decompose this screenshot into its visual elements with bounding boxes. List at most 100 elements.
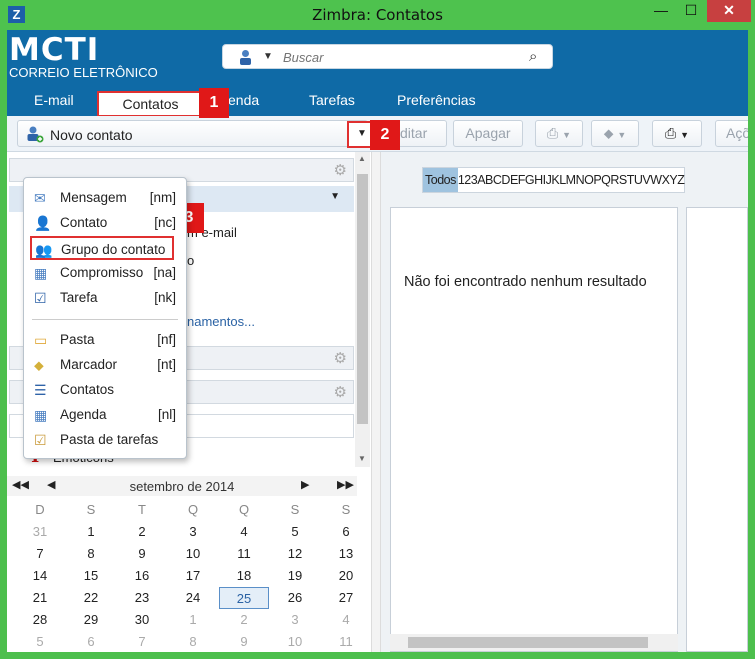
calendar-day[interactable]: 30: [117, 609, 167, 631]
maximize-button[interactable]: ☐: [676, 0, 706, 22]
scrollbar-thumb[interactable]: [357, 174, 368, 424]
calendar-day[interactable]: 10: [168, 543, 218, 565]
calendar-day[interactable]: 4: [321, 609, 371, 631]
delete-button[interactable]: Apagar: [453, 120, 523, 147]
calendar-day[interactable]: 1: [168, 609, 218, 631]
gear-icon[interactable]: ⚙: [334, 349, 347, 367]
calendar-day[interactable]: 15: [66, 565, 116, 587]
next-month-icon[interactable]: ▶: [301, 478, 309, 491]
calendar-day[interactable]: 8: [66, 543, 116, 565]
calendar-day[interactable]: 3: [168, 521, 218, 543]
menu-item-label: Agenda: [60, 407, 107, 422]
menu-item-compromisso[interactable]: ▦ Compromisso [na]: [24, 261, 186, 285]
menu-item-tarefa[interactable]: ☑ Tarefa [nk]: [24, 286, 186, 310]
calendar-day[interactable]: 9: [117, 543, 167, 565]
pane-splitter[interactable]: [371, 152, 381, 652]
calendar-day[interactable]: 2: [219, 609, 269, 631]
menu-item-contatos[interactable]: ☰ Contatos: [24, 378, 186, 402]
menu-item-pasta[interactable]: ▭ Pasta [nf]: [24, 328, 186, 352]
calendar-weekday: Q: [238, 502, 250, 517]
next-year-icon[interactable]: ▶▶: [337, 478, 354, 491]
alphabet-bar[interactable]: Todos 123ABCDEFGHIJKLMNOPQRSTUVWXYZ: [422, 167, 686, 193]
search-box[interactable]: ▼ ⌕: [222, 44, 553, 69]
scrollbar-thumb[interactable]: [408, 637, 648, 648]
list-horizontal-scrollbar[interactable]: [390, 634, 678, 651]
calendar-day[interactable]: 6: [66, 631, 116, 652]
search-icon[interactable]: ⌕: [529, 48, 537, 65]
move-button[interactable]: ⎙ ▼: [535, 120, 583, 147]
calendar-day[interactable]: 6: [321, 521, 371, 543]
actions-button[interactable]: Açõ: [715, 120, 748, 147]
tab-contacts[interactable]: Contatos: [97, 91, 204, 117]
calendar-day[interactable]: 27: [321, 587, 371, 609]
calendar-weekday: T: [138, 502, 146, 517]
calendar-day[interactable]: 11: [219, 543, 269, 565]
calendar-day[interactable]: 29: [66, 609, 116, 631]
alphabet-letters[interactable]: 123ABCDEFGHIJKLMNOPQRSTUVWXYZ: [458, 168, 685, 192]
calendar-day[interactable]: 5: [15, 631, 65, 652]
find-shares-link[interactable]: namentos...: [187, 314, 255, 329]
chevron-down-icon: ▼: [680, 130, 689, 140]
calendar-day[interactable]: 18: [219, 565, 269, 587]
new-contact-button[interactable]: Novo contato ▼: [17, 120, 377, 148]
tab-email[interactable]: E-mail: [34, 92, 74, 108]
menu-item-grupo-do-contato[interactable]: 👥 Grupo do contato: [30, 236, 174, 260]
calendar-day[interactable]: 4: [219, 521, 269, 543]
close-button[interactable]: ✕: [707, 0, 751, 22]
tab-preferences[interactable]: Preferências: [397, 92, 476, 108]
person-icon[interactable]: [238, 49, 253, 65]
menu-item-agenda[interactable]: ▦ Agenda [nl]: [24, 403, 186, 427]
menu-item-pasta-de-tarefas[interactable]: ☑ Pasta de tarefas: [24, 428, 186, 452]
gear-icon[interactable]: ⚙: [334, 161, 347, 179]
gear-icon[interactable]: ⚙: [334, 383, 347, 401]
app-window: Z Zimbra: Contatos — ☐ ✕ MCTI CORREIO EL…: [0, 0, 755, 659]
calendar-day[interactable]: 31: [15, 521, 65, 543]
minimize-button[interactable]: —: [646, 0, 676, 22]
scroll-up-icon[interactable]: ▲: [358, 154, 366, 163]
calendar-day[interactable]: 25: [219, 587, 269, 609]
calendar-day[interactable]: 5: [270, 521, 320, 543]
calendar-day[interactable]: 7: [117, 631, 167, 652]
calendar-day[interactable]: 23: [117, 587, 167, 609]
calendar-day[interactable]: 22: [66, 587, 116, 609]
contact-preview-pane: [686, 207, 748, 652]
print-button[interactable]: ⎙ ▼: [652, 120, 702, 147]
alphabet-all[interactable]: Todos: [423, 168, 458, 192]
calendar-day[interactable]: 19: [270, 565, 320, 587]
calendar-day[interactable]: 12: [270, 543, 320, 565]
calendar-day[interactable]: 20: [321, 565, 371, 587]
chevron-down-icon[interactable]: ▼: [263, 51, 273, 62]
menu-item-mensagem[interactable]: ✉ Mensagem [nm]: [24, 186, 186, 210]
sidebar-scrollbar[interactable]: ▲ ▼: [355, 152, 370, 467]
search-input[interactable]: [283, 48, 513, 66]
calendar-day[interactable]: 7: [15, 543, 65, 565]
mini-calendar: ◀◀ ◀ setembro de 2014 ▶ ▶▶ D S T Q Q S S 31 1 2 3 4…: [7, 474, 371, 652]
calendar-day[interactable]: 2: [117, 521, 167, 543]
menu-item-label: Pasta: [60, 332, 95, 347]
calendar-day[interactable]: 9: [219, 631, 269, 652]
brand-logo: MCTI: [9, 32, 100, 68]
calendar-day[interactable]: 26: [270, 587, 320, 609]
calendar-day[interactable]: 16: [117, 565, 167, 587]
folder-row-other[interactable]: o: [187, 253, 194, 268]
tab-tasks[interactable]: Tarefas: [309, 92, 355, 108]
calendar-day[interactable]: 17: [168, 565, 218, 587]
chevron-down-icon[interactable]: ▼: [330, 191, 340, 202]
calendar-day[interactable]: 13: [321, 543, 371, 565]
contact-list[interactable]: Não foi encontrado nenhum resultado: [390, 207, 678, 652]
calendar-day[interactable]: 10: [270, 631, 320, 652]
calendar-day[interactable]: 14: [15, 565, 65, 587]
menu-item-marcador[interactable]: ⬥ Marcador [nt]: [24, 353, 186, 377]
calendar-day[interactable]: 11: [321, 631, 371, 652]
new-contact-label: Novo contato: [50, 127, 133, 143]
menu-item-contato[interactable]: 👤 Contato [nc]: [24, 211, 186, 235]
calendar-day[interactable]: 3: [270, 609, 320, 631]
calendar-day[interactable]: 1: [66, 521, 116, 543]
tab-agenda[interactable]: enda: [228, 92, 259, 108]
tag-button[interactable]: ⬥ ▼: [591, 120, 639, 147]
scroll-down-icon[interactable]: ▼: [358, 454, 366, 463]
calendar-day[interactable]: 24: [168, 587, 218, 609]
calendar-day[interactable]: 8: [168, 631, 218, 652]
calendar-day[interactable]: 21: [15, 587, 65, 609]
calendar-day[interactable]: 28: [15, 609, 65, 631]
